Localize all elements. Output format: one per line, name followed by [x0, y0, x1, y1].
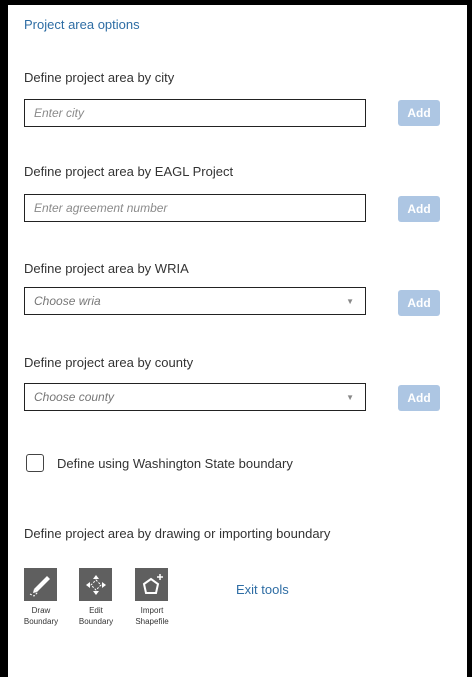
draw-boundary-caption-line1: Draw [31, 606, 51, 615]
draw-boundary-caption-line2: Boundary [23, 617, 59, 626]
city-input[interactable] [34, 106, 356, 120]
polygon-add-icon [142, 573, 163, 594]
chevron-down-icon: ▼ [346, 392, 354, 402]
wria-select-value: Choose wria [34, 294, 101, 308]
edit-boundary-tool[interactable]: Edit Boundary [79, 568, 113, 627]
city-field[interactable] [24, 99, 366, 127]
chevron-down-icon: ▼ [346, 296, 354, 306]
wria-section-label: Define project area by WRIA [24, 261, 189, 276]
draw-boundary-tool[interactable]: Draw Boundary [24, 568, 58, 627]
wria-select[interactable]: Choose wria ▼ [24, 287, 366, 315]
state-boundary-checkbox-row[interactable]: Define using Washington State boundary [26, 454, 293, 472]
state-boundary-label: Define using Washington State boundary [57, 455, 293, 471]
draw-boundary-button[interactable] [24, 568, 57, 601]
pencil-icon [29, 575, 50, 597]
wria-add-button[interactable]: Add [398, 290, 440, 316]
drawing-section-label: Define project area by drawing or import… [24, 526, 331, 541]
import-shapefile-button[interactable] [135, 568, 168, 601]
county-select[interactable]: Choose county ▼ [24, 383, 366, 411]
county-section-label: Define project area by county [24, 355, 194, 370]
edit-boundary-caption-line1: Edit [89, 606, 103, 615]
city-add-button[interactable]: Add [398, 100, 440, 126]
agreement-number-field[interactable] [24, 194, 366, 222]
agreement-number-input[interactable] [34, 201, 356, 215]
county-select-value: Choose county [34, 390, 115, 404]
exit-tools-link[interactable]: Exit tools [236, 582, 289, 597]
city-section-label: Define project area by city [24, 70, 175, 85]
eagl-section-label: Define project area by EAGL Project [24, 164, 234, 179]
edit-boundary-caption-line2: Boundary [78, 617, 114, 626]
project-area-options-panel: Project area options Define project area… [24, 0, 464, 677]
import-shapefile-caption-line2: Shapefile [135, 617, 169, 626]
import-shapefile-tool[interactable]: Import Shapefile [135, 568, 169, 627]
move-arrows-icon [85, 574, 106, 595]
panel-title: Project area options [24, 17, 140, 32]
state-boundary-checkbox[interactable] [26, 454, 44, 472]
eagl-add-button[interactable]: Add [398, 196, 440, 222]
import-shapefile-caption-line1: Import [140, 606, 164, 615]
edit-boundary-button[interactable] [79, 568, 112, 601]
county-add-button[interactable]: Add [398, 385, 440, 411]
